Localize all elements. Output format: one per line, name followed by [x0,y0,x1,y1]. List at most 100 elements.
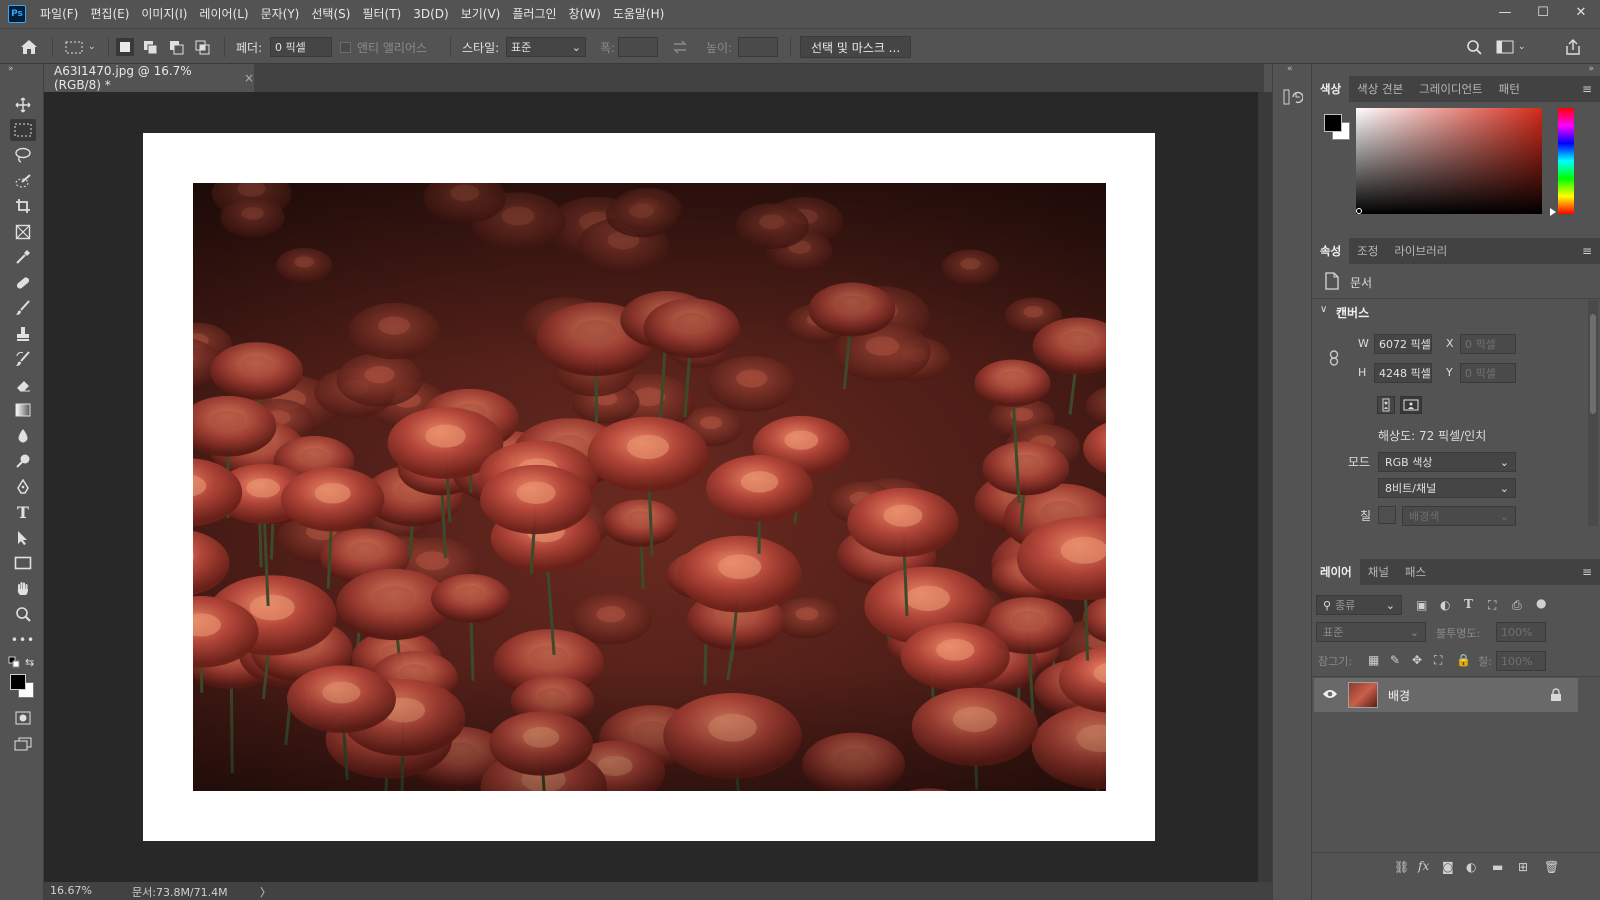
dodge-tool-icon[interactable] [10,450,36,472]
more-tools-icon[interactable]: ••• [10,629,36,651]
tab-layers[interactable]: 레이어 [1312,559,1360,585]
minimize-button[interactable]: — [1486,0,1524,24]
menu-item[interactable]: 플러그인 [506,0,562,28]
healing-brush-tool-icon[interactable] [10,272,36,294]
layer-filter-select[interactable]: ⚲ 종류 ⌄ [1316,595,1402,615]
link-dimensions-icon[interactable] [1329,350,1339,369]
canvas-x-input[interactable]: 0 픽셀 [1460,334,1516,354]
add-mask-icon[interactable]: ◙ [1442,860,1454,874]
menu-item[interactable]: 3D(D) [407,0,454,28]
pen-tool-icon[interactable] [10,476,36,498]
new-layer-icon[interactable]: ⊞ [1518,860,1528,874]
blend-mode-select[interactable]: 표준 ⌄ [1316,622,1426,642]
lock-artboard-icon[interactable]: ⛶ [1434,653,1442,668]
foreground-color-swatch[interactable] [10,674,26,690]
tab-swatches[interactable]: 색상 견본 [1349,76,1411,102]
new-selection-icon[interactable] [116,29,134,65]
lock-pixels-icon[interactable]: ✎ [1390,653,1400,667]
menu-item[interactable]: 레이어(L) [193,0,254,28]
eraser-tool-icon[interactable] [10,374,36,396]
filter-smart-object-icon[interactable]: ⎙ [1512,598,1522,613]
tab-channels[interactable]: 채널 [1360,559,1397,585]
hue-slider[interactable] [1558,108,1574,214]
new-adjustment-layer-icon[interactable]: ◐ [1466,860,1476,874]
lasso-tool-icon[interactable] [10,144,36,166]
layer-name[interactable]: 배경 [1388,687,1410,704]
zoom-level[interactable]: 16.67% [50,884,92,897]
delete-layer-icon[interactable]: 🗑 [1544,860,1559,874]
link-layers-icon[interactable]: ⛓ [1394,860,1409,874]
menu-item[interactable]: 보기(V) [455,0,507,28]
portrait-orientation-icon[interactable] [1377,396,1395,414]
properties-scrollbar[interactable] [1588,300,1598,526]
hue-slider-handle[interactable] [1550,208,1556,216]
marquee-tool-icon[interactable] [10,119,36,141]
canvas-width-input[interactable]: 6072 픽셀 [1374,334,1432,354]
workspace-icon[interactable]: ⌄ [1496,29,1526,65]
expand-panels-icon[interactable]: » [1588,64,1594,74]
zoom-tool-icon[interactable] [10,603,36,625]
canvas-height-input[interactable]: 4248 픽셀 [1374,363,1432,383]
color-mode-select[interactable]: RGB 색상 ⌄ [1378,452,1516,472]
tab-patterns[interactable]: 패턴 [1491,76,1528,102]
vertical-scrollbar[interactable] [1258,92,1272,882]
color-panel-menu-icon[interactable]: ≡ [1582,82,1592,96]
feather-input[interactable]: 0 픽셀 [270,37,332,57]
home-icon[interactable] [20,29,38,65]
color-panel-foreground-swatch[interactable] [1324,114,1342,132]
canvas-section-title[interactable]: 캔버스 [1336,304,1369,321]
canvas-y-input[interactable]: 0 픽셀 [1460,363,1516,383]
layer-lock-icon[interactable] [1550,688,1562,705]
add-selection-icon[interactable] [142,29,158,65]
layer-row[interactable]: 배경 [1314,678,1578,712]
maximize-button[interactable]: ☐ [1524,0,1562,24]
lock-all-icon[interactable]: 🔒 [1456,653,1471,667]
share-icon[interactable] [1564,29,1582,65]
menu-item[interactable]: 필터(T) [356,0,407,28]
gradient-tool-icon[interactable] [10,399,36,421]
tab-paths[interactable]: 패스 [1397,559,1434,585]
properties-scrollbar-thumb[interactable] [1590,314,1596,414]
document-tab[interactable]: A63I1470.jpg @ 16.7% (RGB/8) * × [44,64,254,92]
tab-color[interactable]: 색상 [1312,76,1350,102]
tab-libraries[interactable]: 라이브러리 [1386,238,1455,264]
lock-transparency-icon[interactable]: ▦ [1368,653,1379,667]
type-tool-icon[interactable]: T [10,501,36,523]
close-tab-icon[interactable]: × [244,71,254,85]
menu-item[interactable]: 이미지(I) [135,0,193,28]
screen-mode-icon[interactable] [10,733,36,755]
rectangle-tool-icon[interactable] [10,552,36,574]
properties-panel-menu-icon[interactable]: ≡ [1582,244,1592,258]
tab-gradients[interactable]: 그레이디언트 [1411,76,1490,102]
filter-pixel-icon[interactable]: ▣ [1416,598,1427,612]
menu-item[interactable]: 창(W) [563,0,607,28]
color-picker-field[interactable] [1356,108,1542,214]
eye-icon[interactable] [1322,688,1338,703]
collapse-dock-icon[interactable]: « [1287,64,1293,74]
menu-item[interactable]: 파일(F) [34,0,84,28]
fill-select[interactable]: 배경색 ⌄ [1402,506,1516,526]
brush-tool-icon[interactable] [10,297,36,319]
landscape-orientation-icon[interactable] [1400,396,1422,414]
layer-fx-icon[interactable]: fx [1418,859,1429,873]
filter-toggle-icon[interactable]: ● [1536,596,1546,610]
menu-item[interactable]: 도움말(H) [607,0,671,28]
opacity-input[interactable]: 100% [1496,622,1546,642]
antialias-checkbox[interactable] [340,41,351,53]
crop-tool-icon[interactable] [10,195,36,217]
menu-item[interactable]: 문자(Y) [255,0,306,28]
close-window-button[interactable]: ✕ [1562,0,1600,24]
quick-mask-icon[interactable] [10,707,36,729]
filter-shape-icon[interactable]: ⛶ [1488,598,1496,613]
subtract-selection-icon[interactable] [168,29,184,65]
filter-type-icon[interactable]: T [1464,597,1473,611]
clone-stamp-tool-icon[interactable] [10,323,36,345]
default-colors-icon[interactable] [8,656,20,671]
expand-toolbar-icon[interactable]: » [8,64,14,74]
hand-tool-icon[interactable] [10,578,36,600]
swap-colors-icon[interactable]: ⇆ [25,656,34,669]
menu-item[interactable]: 편집(E) [84,0,135,28]
chevron-down-icon[interactable]: ∨ [1320,304,1327,315]
bit-depth-select[interactable]: 8비트/채널 ⌄ [1378,478,1516,498]
style-select[interactable]: 표준 ⌄ [506,37,586,57]
